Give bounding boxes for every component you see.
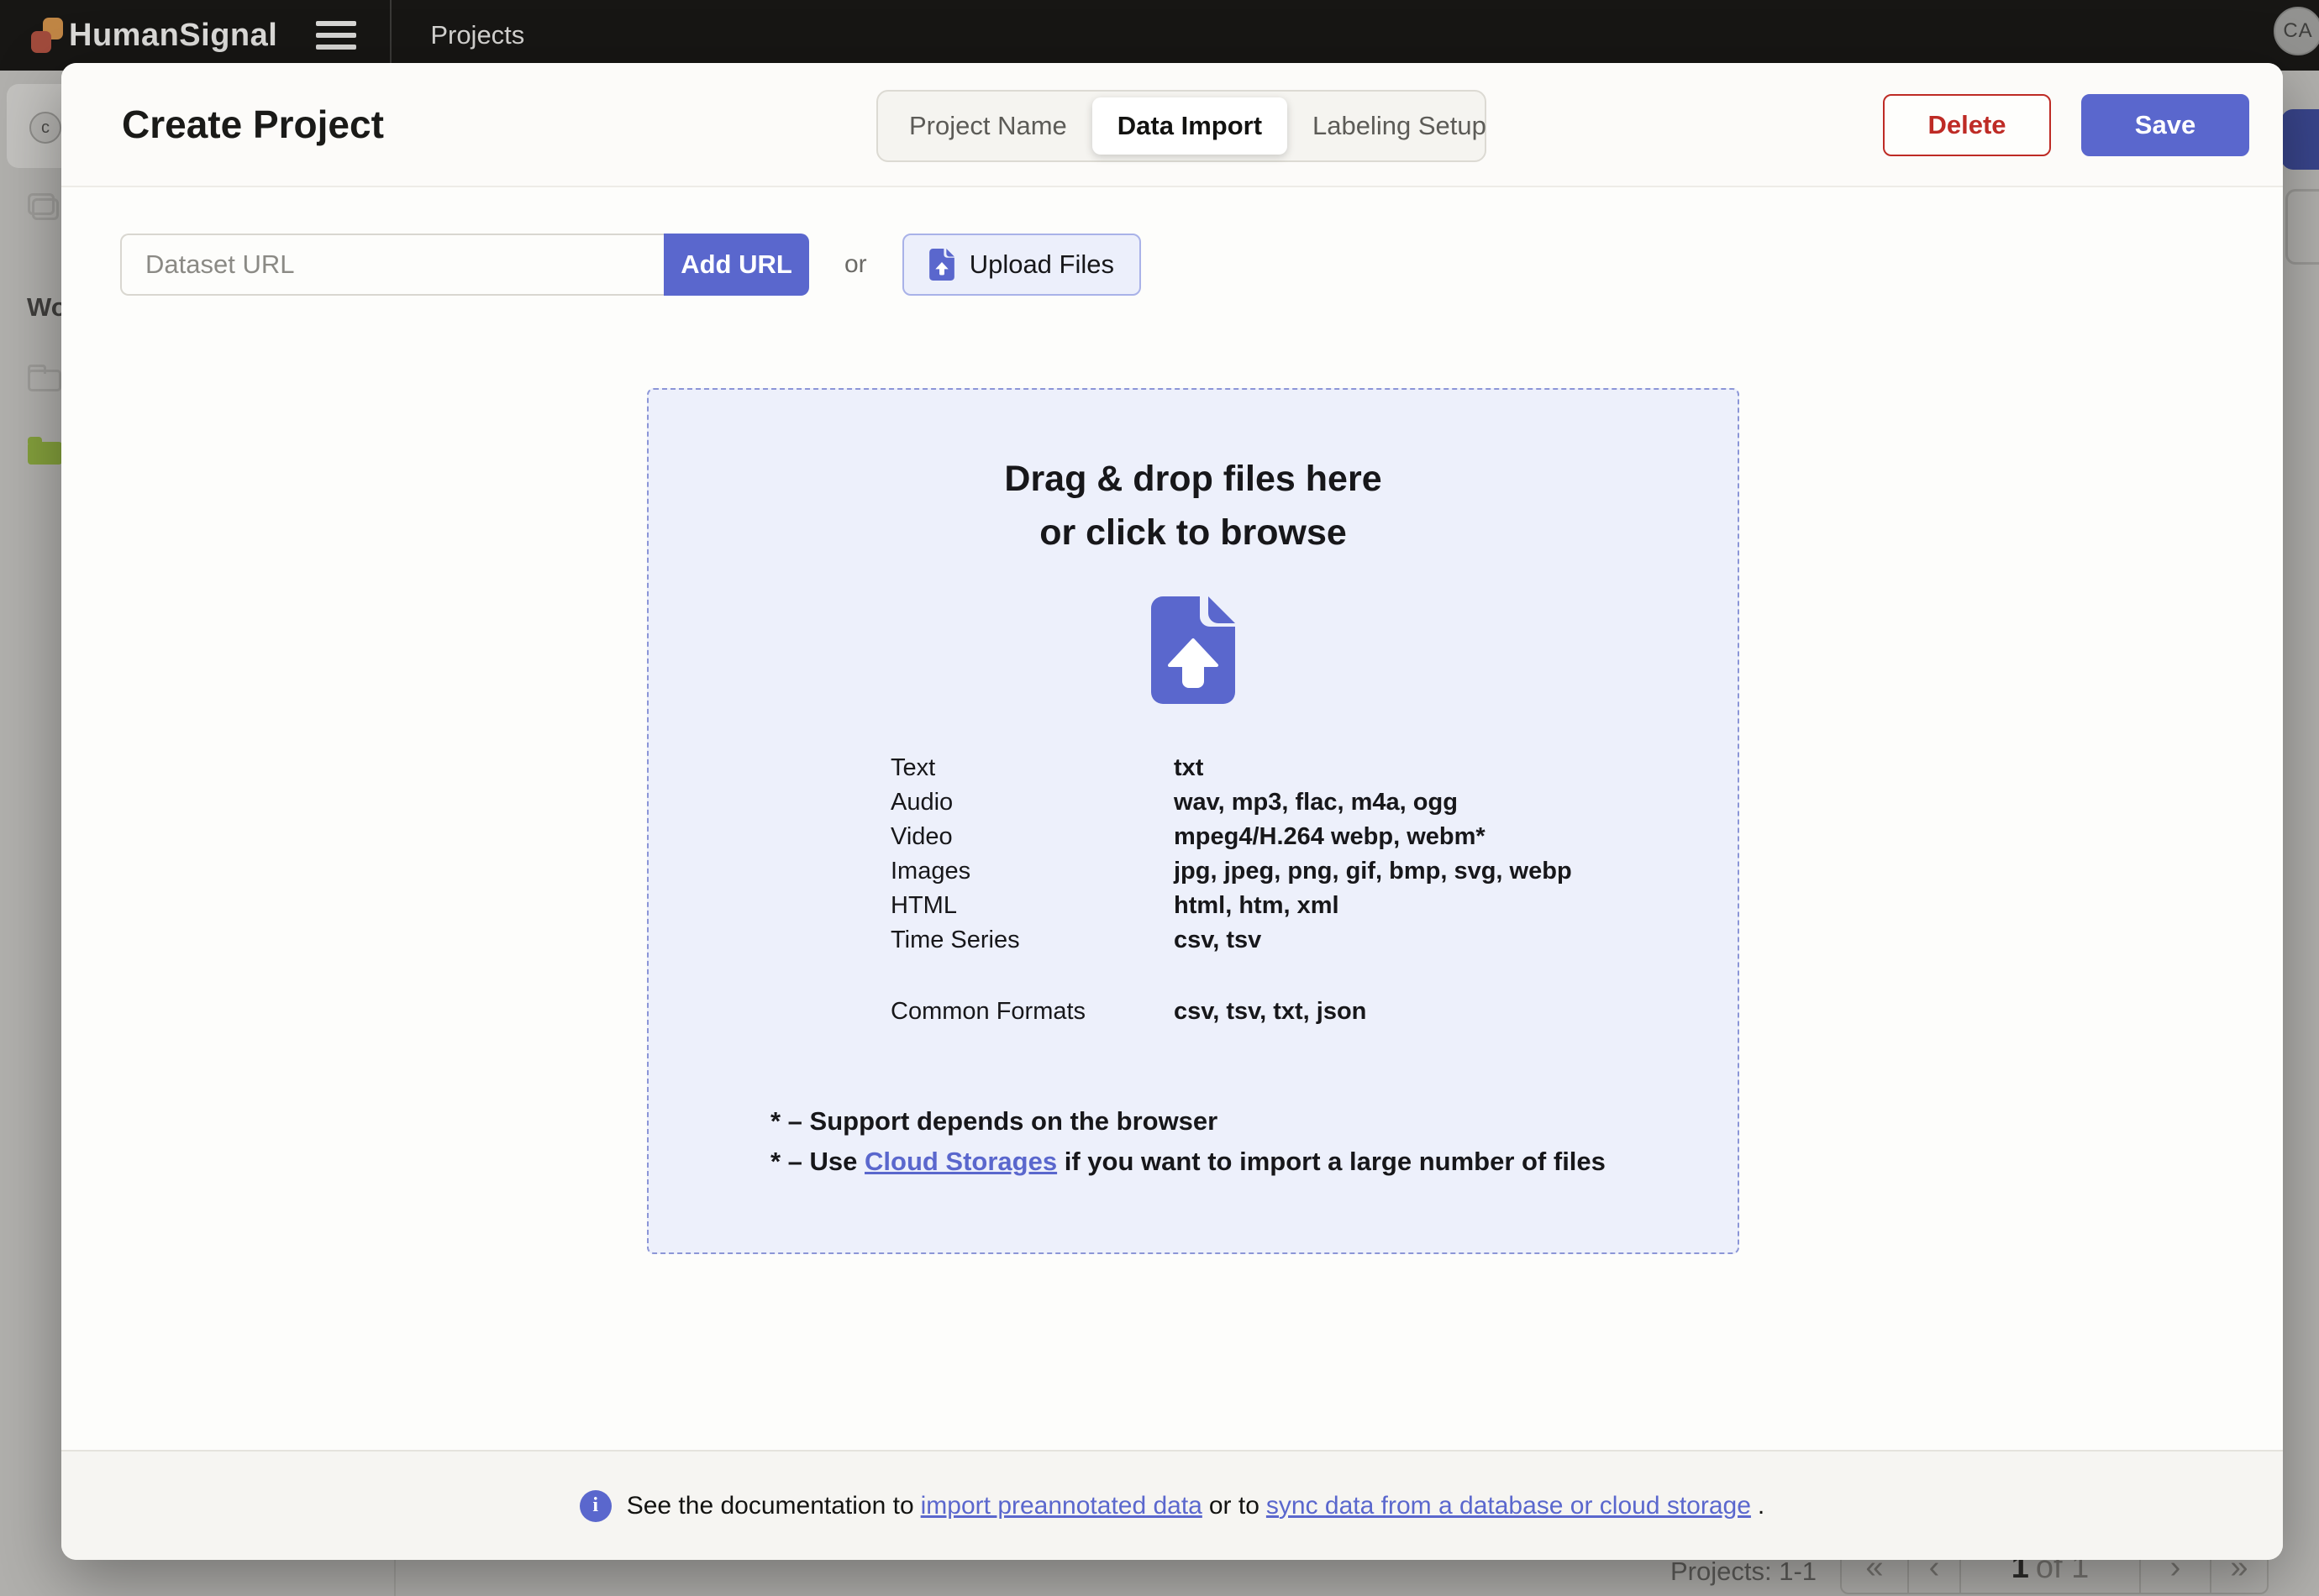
dropzone-headline: Drag & drop files here or click to brows… bbox=[649, 452, 1738, 559]
add-url-button[interactable]: Add URL bbox=[664, 234, 809, 296]
projects-count-summary: Projects: 1-1 bbox=[1670, 1557, 1817, 1586]
format-row: Time Series csv, tsv bbox=[891, 927, 1262, 953]
dropzone-headline-line1: Drag & drop files here bbox=[1004, 459, 1382, 499]
topbar-divider bbox=[390, 0, 392, 71]
dropzone-notes: * – Support depends on the browser * – U… bbox=[770, 1101, 1738, 1182]
folder-icon bbox=[28, 365, 61, 391]
background-primary-button-clipped bbox=[2281, 109, 2319, 170]
import-preannotated-data-link[interactable]: import preannotated data bbox=[921, 1492, 1202, 1520]
sync-data-link[interactable]: sync data from a database or cloud stora… bbox=[1266, 1492, 1751, 1520]
delete-button[interactable]: Delete bbox=[1883, 94, 2051, 156]
info-icon: i bbox=[579, 1489, 612, 1522]
folder-green-icon bbox=[28, 437, 62, 465]
tab-project-name[interactable]: Project Name bbox=[884, 97, 1092, 155]
modal-footer: i See the documentation to import preann… bbox=[61, 1450, 2283, 1560]
footer-text: See the documentation to bbox=[626, 1491, 914, 1520]
format-row: Text txt bbox=[891, 754, 1204, 781]
projects-stack-icon bbox=[28, 193, 61, 223]
modal-header: Create Project Project Name Data Import … bbox=[61, 63, 2283, 187]
brand-name: HumanSignal bbox=[69, 17, 278, 53]
dataset-url-row: Add URL or Upload Files bbox=[120, 234, 1141, 296]
upload-files-button[interactable]: Upload Files bbox=[902, 234, 1141, 296]
wizard-steps: Project Name Data Import Labeling Setup bbox=[876, 90, 1486, 162]
background-avatar: c bbox=[29, 112, 61, 144]
common-formats-row: Common Formats csv, tsv, txt, json bbox=[891, 998, 1367, 1025]
create-project-modal: Create Project Project Name Data Import … bbox=[61, 63, 2283, 1560]
background-column-divider bbox=[394, 1560, 396, 1596]
topbar-page-title[interactable]: Projects bbox=[430, 20, 524, 50]
dropzone-headline-line2: or click to browse bbox=[1039, 512, 1347, 553]
cloud-storages-link[interactable]: Cloud Storages bbox=[865, 1147, 1057, 1176]
top-bar: HumanSignal Projects CA bbox=[0, 0, 2319, 71]
save-button[interactable]: Save bbox=[2081, 94, 2249, 156]
file-upload-icon bbox=[1151, 596, 1235, 704]
format-row: Audio wav, mp3, flac, m4a, ogg bbox=[891, 789, 1458, 816]
modal-title: Create Project bbox=[122, 102, 384, 146]
background-outlined-control-clipped bbox=[2285, 189, 2319, 265]
or-separator: or bbox=[844, 250, 867, 278]
note-browser-support: * – Support depends on the browser bbox=[770, 1106, 1218, 1136]
dataset-url-input[interactable] bbox=[120, 234, 664, 296]
format-row: Images jpg, jpeg, png, gif, bmp, svg, we… bbox=[891, 858, 1572, 885]
hamburger-menu-icon[interactable] bbox=[316, 21, 357, 50]
note-cloud-storages: * – Use Cloud Storages if you want to im… bbox=[770, 1147, 1606, 1176]
tab-data-import[interactable]: Data Import bbox=[1091, 97, 1288, 155]
tab-labeling-setup[interactable]: Labeling Setup bbox=[1287, 97, 1512, 155]
format-row: Video mpeg4/H.264 webp, webm* bbox=[891, 823, 1486, 850]
format-row: HTML html, htm, xml bbox=[891, 892, 1339, 919]
workspaces-heading-clipped: Wo bbox=[27, 292, 65, 322]
header-actions: Delete Save bbox=[1883, 94, 2249, 156]
user-avatar[interactable]: CA bbox=[2274, 7, 2319, 55]
file-upload-small-icon bbox=[928, 249, 954, 281]
humansignal-logo-icon bbox=[29, 18, 64, 53]
upload-files-label: Upload Files bbox=[969, 249, 1114, 279]
drag-drop-zone[interactable]: Drag & drop files here or click to brows… bbox=[647, 388, 1739, 1254]
supported-formats-table: Text txt Audio wav, mp3, flac, m4a, ogg … bbox=[891, 751, 1738, 1029]
